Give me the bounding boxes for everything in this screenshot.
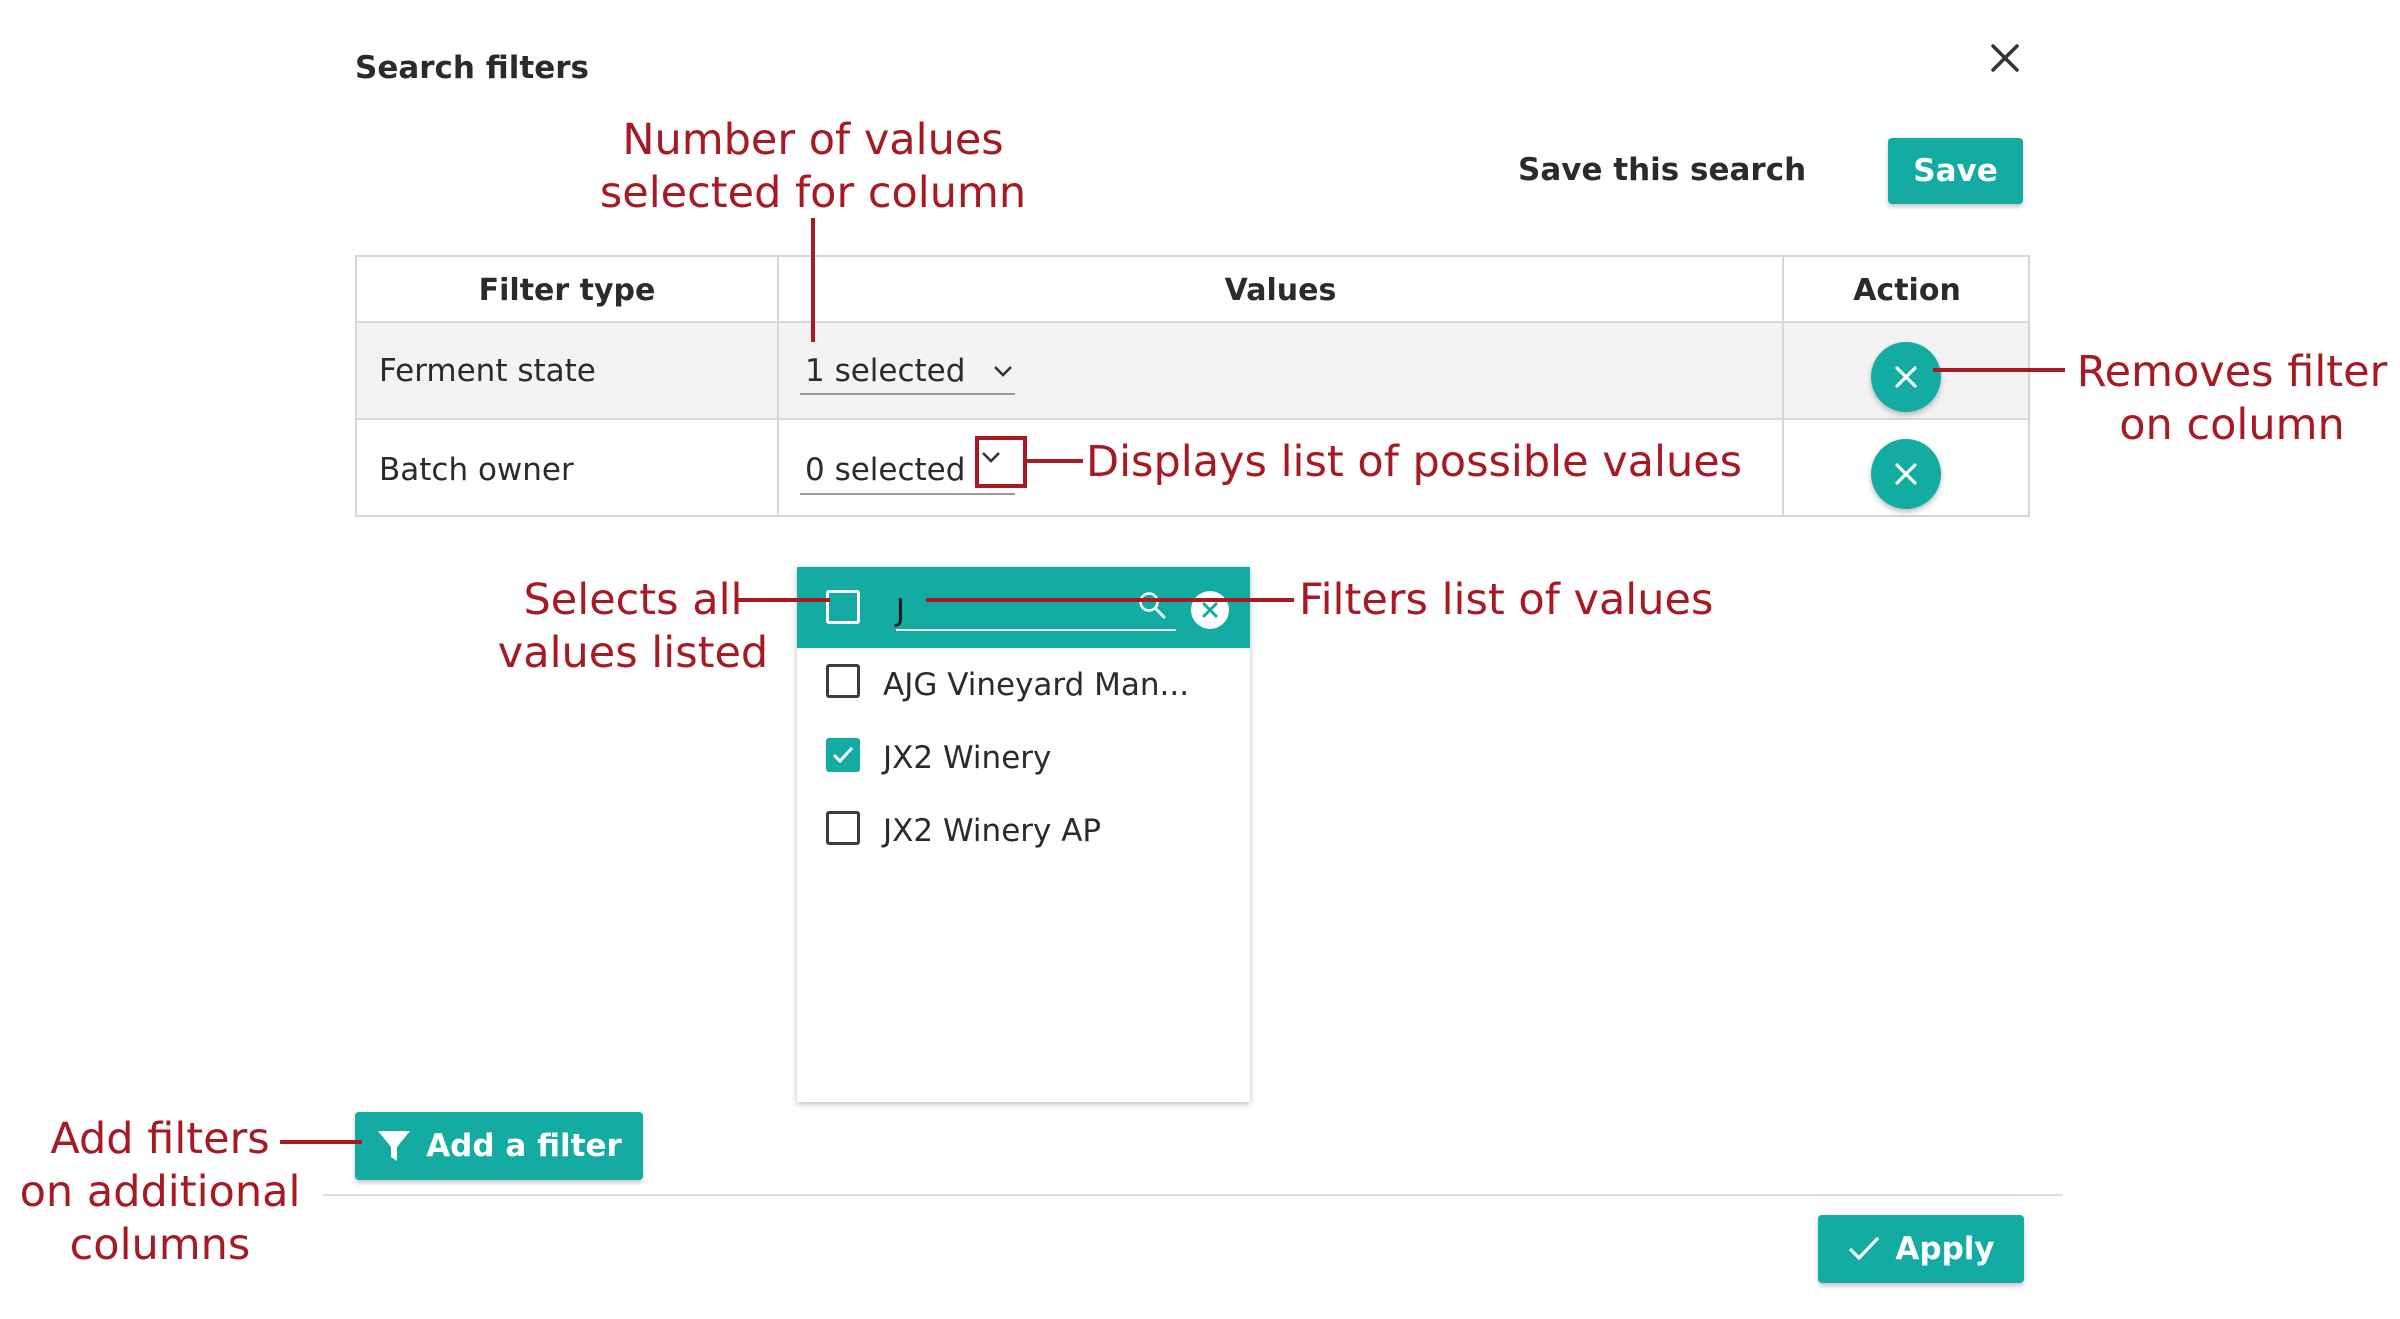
add-filter-button[interactable]: Add a filter <box>355 1112 643 1180</box>
checkmark-icon <box>832 746 854 764</box>
annotation-leader <box>926 598 1294 602</box>
filter-values-input-text: J <box>896 593 905 628</box>
select-all-checkbox[interactable] <box>826 590 860 624</box>
annotation-removes-filter: Removes filter on column <box>2076 347 2388 450</box>
add-filter-label: Add a filter <box>426 1128 622 1164</box>
search-icon <box>1136 589 1168 621</box>
dropdown-header: J <box>797 567 1250 648</box>
values-select-label: 0 selected <box>805 452 966 488</box>
clear-icon[interactable] <box>1191 591 1229 629</box>
remove-filter-button[interactable] <box>1871 439 1941 509</box>
value-checkbox[interactable] <box>826 738 860 772</box>
value-label: JX2 Winery <box>883 740 1052 776</box>
annotation-leader <box>811 218 815 342</box>
close-icon <box>1895 366 1917 388</box>
values-select-label: 1 selected <box>805 353 966 389</box>
footer-divider <box>323 1194 2063 1196</box>
values-select[interactable]: 0 selected <box>805 452 965 488</box>
chevron-down-icon[interactable] <box>991 359 1015 383</box>
annotation-selects-all: Selects all values listed <box>497 575 769 678</box>
column-header-values: Values <box>1224 272 1337 308</box>
save-search-label: Save this search <box>1518 152 1807 188</box>
annotation-filters-list: Filters list of values <box>1299 575 1714 625</box>
close-icon[interactable] <box>1985 38 2025 78</box>
checkmark-icon <box>1849 1236 1880 1261</box>
values-select[interactable]: 1 selected <box>805 353 1015 389</box>
remove-filter-button[interactable] <box>1871 342 1941 412</box>
close-icon <box>1895 463 1917 485</box>
filter-values-input[interactable]: J <box>896 585 1176 631</box>
apply-label: Apply <box>1895 1231 1995 1267</box>
value-checkbox[interactable] <box>826 664 860 698</box>
column-header-action: Action <box>1853 272 1961 308</box>
dialog-title: Search filters <box>355 50 589 86</box>
annotation-highlight-box <box>975 436 1027 488</box>
annotation-number-of-values: Number of values selected for column <box>599 115 1027 218</box>
annotation-displays-list: Displays list of possible values <box>1086 437 1743 487</box>
value-label: AJG Vineyard Man... <box>883 667 1190 703</box>
value-checkbox[interactable] <box>826 811 860 845</box>
value-label: JX2 Winery AP <box>883 813 1102 849</box>
filter-funnel-icon <box>378 1131 411 1161</box>
annotation-leader <box>1027 459 1083 463</box>
values-dropdown: J AJG Vineyard Man... JX2 Winery JX2 Win… <box>797 567 1250 1102</box>
annotation-leader <box>738 598 830 602</box>
table-row-highlight <box>357 323 2028 420</box>
annotation-leader <box>280 1140 362 1144</box>
column-header-filter-type: Filter type <box>478 272 656 308</box>
save-button[interactable]: Save <box>1888 138 2023 204</box>
apply-button[interactable]: Apply <box>1818 1215 2024 1283</box>
filter-type-cell: Ferment state <box>379 353 596 389</box>
filter-type-cell: Batch owner <box>379 452 574 488</box>
annotation-leader <box>1933 368 2065 372</box>
annotation-add-filters: Add filters on additional columns <box>19 1114 301 1270</box>
